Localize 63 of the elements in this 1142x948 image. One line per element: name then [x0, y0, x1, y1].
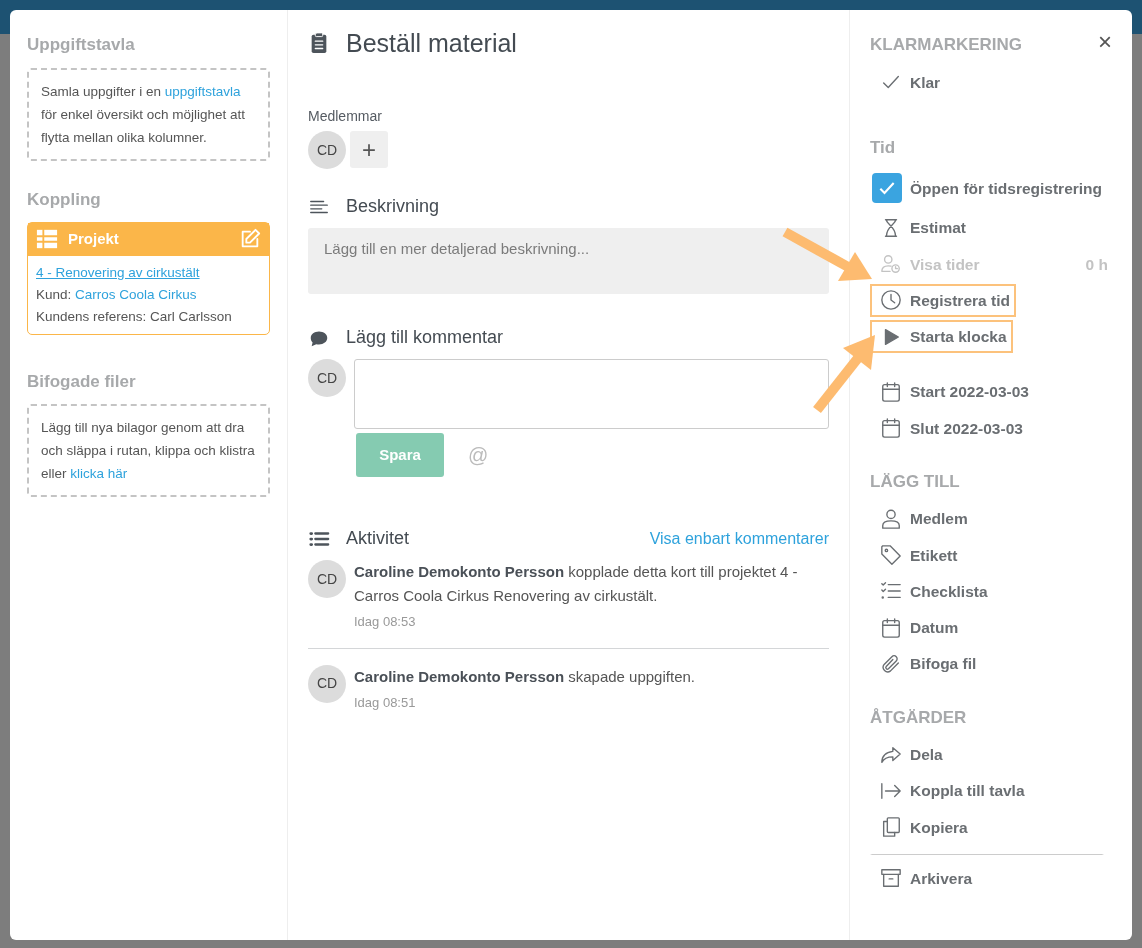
section-title: Tid: [870, 136, 896, 159]
section-title: LÄGG TILL: [870, 470, 960, 493]
sidebar-item[interactable]: Slut 2022-03-03: [870, 411, 1029, 445]
section-title: ÅTGÄRDER: [870, 706, 967, 729]
sidebar-item[interactable]: Öppen för tidsregistrering: [870, 168, 1109, 209]
section-heading: Beskrivning: [346, 195, 441, 218]
section-title: Bifogade filer: [27, 370, 137, 393]
activity-text: Caroline Demokonto Persson kopplade detta kort till projektet 4 - Carros Coola Cirkus Renovering av cirkustält.: [354, 562, 799, 606]
customer-label: Kund:: [36, 286, 72, 302]
section-heading: Aktivitet: [346, 527, 411, 550]
timestamp: Idag 08:51: [354, 693, 417, 712]
sidebar-item[interactable]: Kopiera: [870, 810, 974, 844]
section-title: Koppling: [27, 188, 102, 211]
reference-text: Kundens referens: Carl Carlsson: [36, 308, 232, 324]
timestamp: Idag 08:53: [354, 613, 417, 631]
project-link[interactable]: 4 - Renovering av cirkustält: [36, 261, 200, 284]
clock-icon: [880, 289, 902, 312]
board-link[interactable]: uppgiftstavla: [164, 83, 241, 99]
close-button[interactable]: ×: [1098, 30, 1112, 54]
archive-box-icon: [880, 867, 902, 890]
copy-icon: [880, 816, 902, 839]
sidebar-item[interactable]: Datum: [870, 611, 965, 645]
card-title: Projekt: [68, 229, 120, 249]
sidebar-item[interactable]: Etikett: [870, 538, 964, 572]
user-avatar: CD: [308, 560, 346, 598]
section-title: KLARMARKERING: [870, 34, 1023, 56]
description-field[interactable]: Lägg till en mer detaljerad beskrivning...: [308, 228, 829, 294]
paperclip-icon: [880, 652, 902, 675]
card-title: Beställ material: [346, 28, 517, 58]
calendar-icon: [880, 380, 902, 403]
sidebar-item[interactable]: Dela: [870, 738, 949, 772]
hours-value: 0 h: [1084, 254, 1109, 275]
calendar-icon: [880, 417, 902, 440]
sidebar-item[interactable]: Koppla till tavla: [870, 774, 1031, 808]
sidebar-item[interactable]: Arkivera: [870, 853, 1104, 895]
sidebar-item[interactable]: Starta klocka: [870, 320, 1013, 354]
info-text: Samla uppgifter i en uppgiftstavla för enkel översikt och möjlighet att flytta mellan olika kolumner.: [27, 67, 270, 161]
sidebar-item[interactable]: Bifoga fil: [870, 647, 983, 681]
user-avatar: CD: [308, 359, 346, 397]
comment-field[interactable]: [354, 359, 829, 429]
section-title: Uppgiftstavla: [27, 34, 136, 56]
member-avatar[interactable]: CD: [308, 131, 346, 169]
user-icon: [880, 507, 902, 530]
user-avatar: CD: [308, 664, 346, 703]
sidebar-item[interactable]: Estimat: [870, 211, 972, 245]
tag-icon: [880, 544, 902, 567]
sidebar-item[interactable]: Registrera tid: [870, 283, 1016, 317]
customer-link[interactable]: Carros Coola Cirkus: [75, 286, 197, 302]
calendar-icon: [880, 616, 902, 639]
sidebar-item[interactable]: Start 2022-03-03: [870, 375, 1035, 409]
filter-link[interactable]: Visa enbart kommentarer: [649, 526, 829, 551]
section-heading: Lägg till kommentar: [346, 326, 505, 349]
sidebar-item[interactable]: Klar: [870, 65, 947, 99]
table-icon: [36, 228, 58, 251]
checkbox[interactable]: [872, 173, 902, 204]
add-member-button[interactable]: +: [350, 131, 388, 168]
dropzone-text: Lägg till nya bilagor genom att dra och släppa i rutan, klippa och klistra eller klicka här: [27, 404, 270, 497]
members-label: Medlemmar: [308, 107, 383, 126]
sidebar-item[interactable]: Medlem: [870, 502, 974, 536]
activity-text: Caroline Demokonto Persson skapade uppgiften.: [354, 666, 695, 687]
sidebar-item[interactable]: Checklista: [870, 574, 994, 608]
user-clock-icon: [880, 253, 902, 276]
upload-link[interactable]: klicka här: [70, 466, 128, 481]
